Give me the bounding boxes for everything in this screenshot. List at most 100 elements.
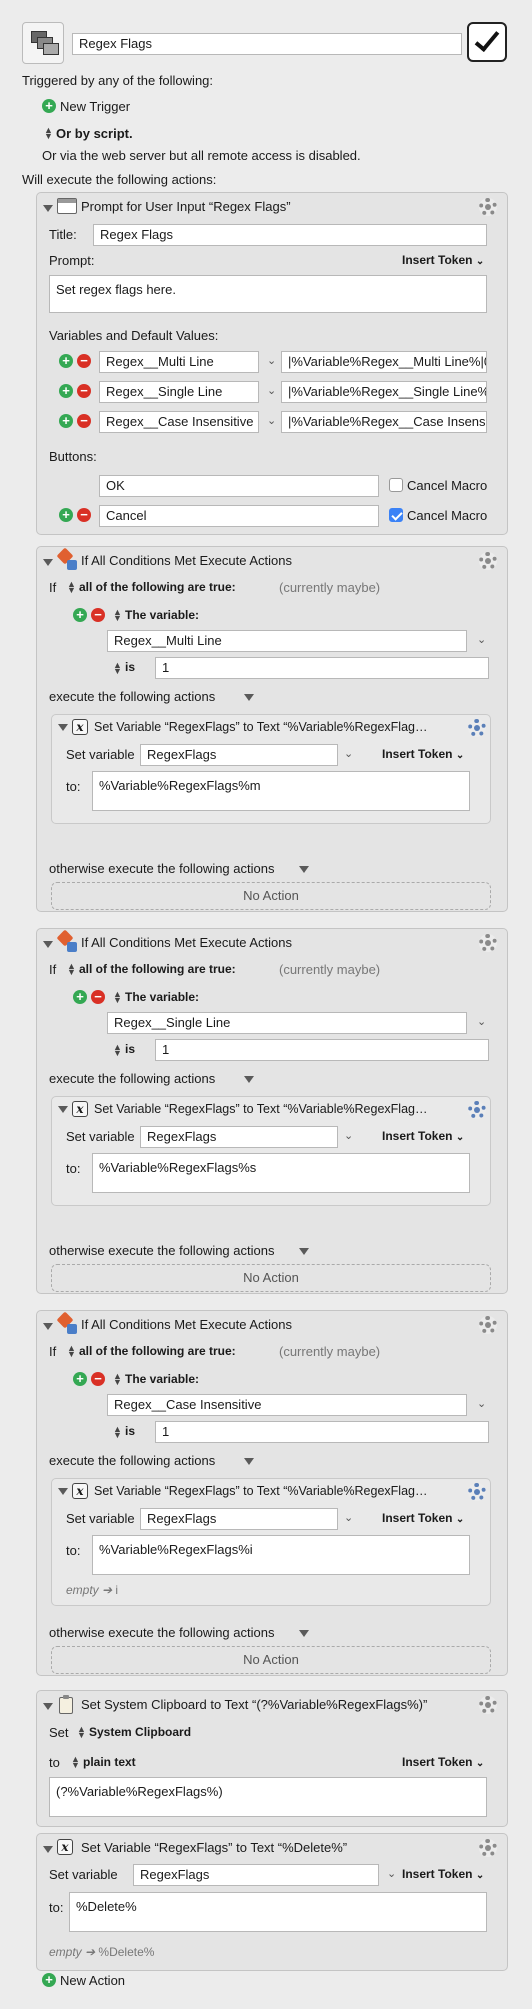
chevron-down-icon[interactable]: ⌄: [477, 1397, 486, 1410]
collapse-triangle[interactable]: [43, 205, 53, 212]
condition-type[interactable]: all of the following are true:: [79, 1344, 236, 1358]
condition-value-input[interactable]: 1: [155, 1421, 489, 1443]
no-action-placeholder[interactable]: No Action: [51, 1646, 491, 1674]
enabled-checkbox[interactable]: [467, 22, 507, 62]
execute-dropdown-triangle[interactable]: [244, 1458, 254, 1465]
format-stepper[interactable]: ▲ ▼: [71, 1755, 80, 1770]
variable-default-input[interactable]: |%Variable%Regex__Case Insensitive%|0: [281, 411, 487, 433]
clipboard-textarea[interactable]: (?%Variable%RegexFlags%): [49, 1777, 487, 1817]
button-label-input[interactable]: Cancel: [99, 505, 379, 527]
operator-stepper[interactable]: ▲ ▼: [113, 661, 122, 676]
gear-icon[interactable]: [468, 1101, 486, 1119]
gear-icon[interactable]: [479, 552, 497, 570]
condition-variable-input[interactable]: Regex__Multi Line: [107, 630, 467, 652]
add-condition-icon[interactable]: +: [73, 1372, 87, 1386]
gear-icon[interactable]: [479, 1696, 497, 1714]
gear-icon[interactable]: [479, 934, 497, 952]
condition-variable-input[interactable]: Regex__Case Insensitive: [107, 1394, 467, 1416]
cancel-macro-checkbox[interactable]: [389, 508, 403, 522]
collapse-triangle[interactable]: [43, 1846, 53, 1853]
chevron-down-icon[interactable]: ⌄: [344, 747, 353, 760]
clipboard-stepper[interactable]: ▲ ▼: [77, 1725, 86, 1740]
condition-kind-stepper[interactable]: ▲ ▼: [113, 1372, 122, 1387]
no-action-placeholder[interactable]: No Action: [51, 882, 491, 910]
remove-condition-icon[interactable]: −: [91, 990, 105, 1004]
otherwise-dropdown-triangle[interactable]: [299, 1248, 309, 1255]
remove-variable-icon[interactable]: −: [77, 354, 91, 368]
add-condition-icon[interactable]: +: [73, 608, 87, 622]
insert-token-menu[interactable]: Insert Token ⌄: [382, 1511, 464, 1525]
gear-icon[interactable]: [468, 719, 486, 737]
operator-label[interactable]: is: [125, 1042, 135, 1056]
operator-label[interactable]: is: [125, 660, 135, 674]
add-button-icon[interactable]: +: [59, 508, 73, 522]
the-variable-label[interactable]: The variable:: [125, 990, 199, 1004]
script-stepper[interactable]: ▲ ▼: [44, 126, 53, 141]
collapse-triangle[interactable]: [58, 1488, 68, 1495]
collapse-triangle[interactable]: [43, 941, 53, 948]
insert-token-menu[interactable]: Insert Token ⌄: [402, 1755, 484, 1769]
button-label-input[interactable]: OK: [99, 475, 379, 497]
add-variable-icon[interactable]: +: [59, 414, 73, 428]
remove-condition-icon[interactable]: −: [91, 608, 105, 622]
macro-name-input[interactable]: Regex Flags: [72, 33, 462, 55]
prompt-textarea[interactable]: Set regex flags here.: [49, 275, 487, 313]
operator-label[interactable]: is: [125, 1424, 135, 1438]
collapse-triangle[interactable]: [43, 1703, 53, 1710]
condition-kind-stepper[interactable]: ▲ ▼: [113, 608, 122, 623]
the-variable-label[interactable]: The variable:: [125, 608, 199, 622]
variable-name-input[interactable]: Regex__Single Line: [99, 381, 259, 403]
insert-token-menu[interactable]: Insert Token ⌄: [382, 1129, 464, 1143]
to-textarea[interactable]: %Variable%RegexFlags%i: [92, 1535, 470, 1575]
or-by-script[interactable]: Or by script.: [56, 126, 133, 141]
gear-icon[interactable]: [479, 1839, 497, 1857]
cancel-macro-checkbox[interactable]: [389, 478, 403, 492]
chevron-down-icon[interactable]: ⌄: [267, 384, 276, 397]
execute-dropdown-triangle[interactable]: [244, 694, 254, 701]
condition-value-input[interactable]: 1: [155, 1039, 489, 1061]
insert-token-menu[interactable]: Insert Token ⌄: [402, 253, 484, 267]
remove-variable-icon[interactable]: −: [77, 384, 91, 398]
remove-button-icon[interactable]: −: [77, 508, 91, 522]
gear-icon[interactable]: [468, 1483, 486, 1501]
remove-condition-icon[interactable]: −: [91, 1372, 105, 1386]
condition-kind-stepper[interactable]: ▲ ▼: [113, 990, 122, 1005]
gear-icon[interactable]: [479, 198, 497, 216]
operator-stepper[interactable]: ▲ ▼: [113, 1425, 122, 1440]
to-textarea[interactable]: %Variable%RegexFlags%s: [92, 1153, 470, 1193]
chevron-down-icon[interactable]: ⌄: [344, 1129, 353, 1142]
variable-name-input[interactable]: Regex__Multi Line: [99, 351, 259, 373]
chevron-down-icon[interactable]: ⌄: [477, 1015, 486, 1028]
chevron-down-icon[interactable]: ⌄: [387, 1867, 396, 1880]
variable-default-input[interactable]: |%Variable%Regex__Multi Line%|0: [281, 351, 487, 373]
add-condition-icon[interactable]: +: [73, 990, 87, 1004]
execute-dropdown-triangle[interactable]: [244, 1076, 254, 1083]
to-textarea[interactable]: %Variable%RegexFlags%m: [92, 771, 470, 811]
variable-name-input[interactable]: Regex__Case Insensitive: [99, 411, 259, 433]
collapse-triangle[interactable]: [43, 1323, 53, 1330]
new-trigger-link[interactable]: New Trigger: [60, 99, 130, 114]
insert-token-menu[interactable]: Insert Token ⌄: [402, 1867, 484, 1881]
condition-type[interactable]: all of the following are true:: [79, 962, 236, 976]
to-textarea[interactable]: %Delete%: [69, 1892, 487, 1932]
chevron-down-icon[interactable]: ⌄: [344, 1511, 353, 1524]
new-action-link[interactable]: New Action: [60, 1973, 125, 1988]
condition-type-stepper[interactable]: ▲ ▼: [67, 1344, 76, 1359]
remove-variable-icon[interactable]: −: [77, 414, 91, 428]
collapse-triangle[interactable]: [58, 1106, 68, 1113]
no-action-placeholder[interactable]: No Action: [51, 1264, 491, 1292]
condition-type[interactable]: all of the following are true:: [79, 580, 236, 594]
chevron-down-icon[interactable]: ⌄: [477, 633, 486, 646]
condition-type-stepper[interactable]: ▲ ▼: [67, 580, 76, 595]
collapse-triangle[interactable]: [58, 724, 68, 731]
add-trigger-icon[interactable]: +: [42, 99, 56, 113]
title-input[interactable]: Regex Flags: [93, 224, 487, 246]
set-variable-input[interactable]: RegexFlags: [140, 744, 338, 766]
gear-icon[interactable]: [479, 1316, 497, 1334]
chevron-down-icon[interactable]: ⌄: [267, 414, 276, 427]
otherwise-dropdown-triangle[interactable]: [299, 1630, 309, 1637]
condition-variable-input[interactable]: Regex__Single Line: [107, 1012, 467, 1034]
variable-default-input[interactable]: |%Variable%Regex__Single Line%|0: [281, 381, 487, 403]
add-action-icon[interactable]: +: [42, 1973, 56, 1987]
set-variable-input[interactable]: RegexFlags: [140, 1126, 338, 1148]
